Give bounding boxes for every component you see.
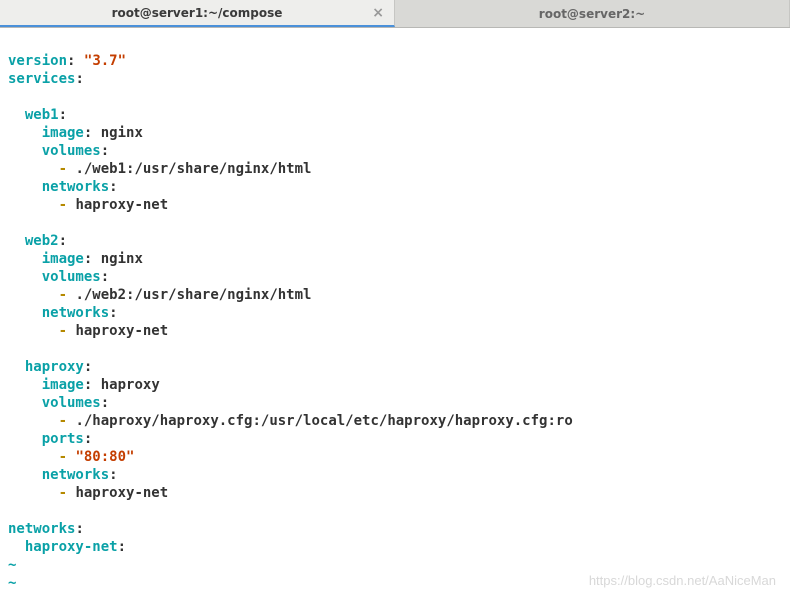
yaml-key-version: version (8, 53, 67, 69)
yaml-dash: - (59, 197, 67, 213)
yaml-dash: - (59, 485, 67, 501)
yaml-key-image: image (42, 377, 84, 393)
editor-content[interactable]: version: "3.7" services: web1: image: ng… (0, 28, 790, 592)
yaml-val-volume: ./haproxy/haproxy.cfg:/usr/local/etc/hap… (75, 413, 572, 429)
yaml-val-volume: ./web2:/usr/share/nginx/html (75, 287, 311, 303)
yaml-key-networks: networks (42, 467, 109, 483)
yaml-key-networks: networks (42, 179, 109, 195)
yaml-key-volumes: volumes (42, 395, 101, 411)
yaml-key-web2: web2 (25, 233, 59, 249)
yaml-dash: - (59, 449, 67, 465)
yaml-key-networks: networks (42, 305, 109, 321)
yaml-key-image: image (42, 251, 84, 267)
yaml-dash: - (59, 287, 67, 303)
yaml-val-image: nginx (101, 251, 143, 267)
yaml-val-image: nginx (101, 125, 143, 141)
yaml-key-services: services (8, 71, 75, 87)
yaml-key-haproxy-net: haproxy-net (25, 539, 118, 555)
yaml-dash: - (59, 323, 67, 339)
yaml-key-volumes: volumes (42, 143, 101, 159)
vim-tilde: ~ (8, 575, 16, 591)
yaml-val-version: "3.7" (84, 53, 126, 69)
tab-server2[interactable]: root@server2:~ (395, 0, 790, 27)
yaml-key-web1: web1 (25, 107, 59, 123)
yaml-val-port: "80:80" (75, 449, 134, 465)
yaml-val-network: haproxy-net (75, 485, 168, 501)
yaml-val-volume: ./web1:/usr/share/nginx/html (75, 161, 311, 177)
yaml-val-network: haproxy-net (75, 197, 168, 213)
yaml-key-ports: ports (42, 431, 84, 447)
vim-tilde: ~ (8, 557, 16, 573)
tab-bar: root@server1:~/compose × root@server2:~ (0, 0, 790, 28)
yaml-dash: - (59, 161, 67, 177)
yaml-val-network: haproxy-net (75, 323, 168, 339)
close-icon[interactable]: × (372, 6, 384, 20)
yaml-key-networks-top: networks (8, 521, 75, 537)
tab-title: root@server1:~/compose (112, 6, 283, 20)
tab-title: root@server2:~ (539, 7, 645, 21)
yaml-key-volumes: volumes (42, 269, 101, 285)
yaml-val-image: haproxy (101, 377, 160, 393)
yaml-dash: - (59, 413, 67, 429)
yaml-key-haproxy: haproxy (25, 359, 84, 375)
yaml-key-image: image (42, 125, 84, 141)
tab-server1[interactable]: root@server1:~/compose × (0, 0, 395, 27)
